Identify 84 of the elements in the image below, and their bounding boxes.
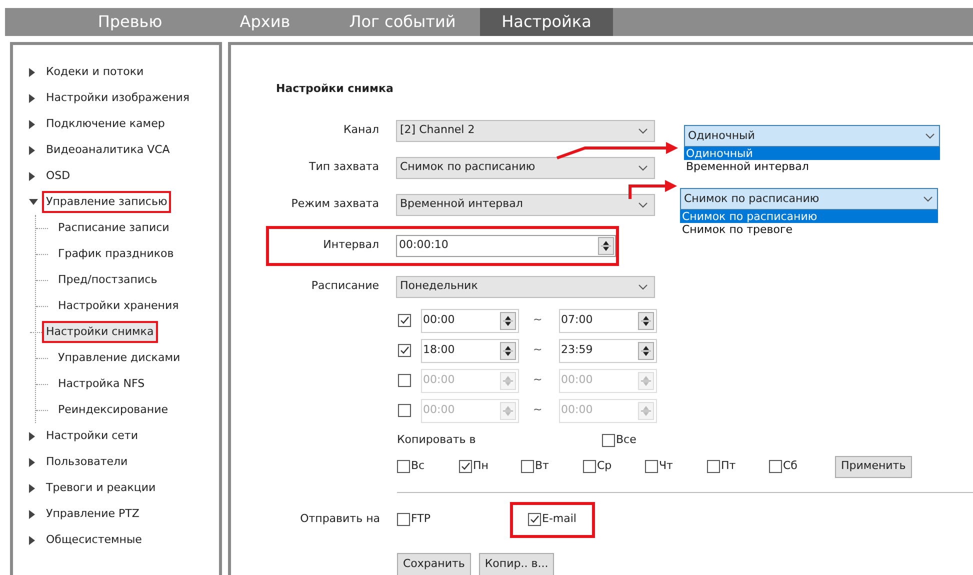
sidebar-item[interactable]: Настройки изображения <box>42 86 194 110</box>
time-field[interactable]: 23:59 <box>559 338 657 362</box>
field-label: Расписание <box>310 278 380 294</box>
dropdown-option[interactable]: Одиночный <box>684 147 940 160</box>
spin-buttons[interactable] <box>500 342 516 360</box>
tilde-separator: ~ <box>533 372 544 388</box>
spin-buttons[interactable] <box>638 342 654 360</box>
checkbox-label: FTP <box>411 511 430 528</box>
checkbox-label: Сб <box>783 458 798 474</box>
tilde-separator: ~ <box>533 342 544 358</box>
sidebar-item[interactable]: Видеоаналитика VCA <box>42 138 174 162</box>
field-label: Канал <box>342 122 380 138</box>
chevron-icon <box>638 284 648 290</box>
sidebar-item[interactable]: Кодеки и потоки <box>42 60 148 84</box>
sidebar-item[interactable]: Настройки сети <box>42 424 142 448</box>
dropdown[interactable]: Понедельник <box>396 276 655 298</box>
checkbox[interactable] <box>398 314 411 327</box>
checkbox-label: Вт <box>535 458 549 474</box>
checkbox-label: Вс <box>411 458 425 474</box>
sidebar-item[interactable]: График праздников <box>54 242 178 266</box>
chevron-icon <box>923 196 933 202</box>
spin-field[interactable]: 00:00:10 <box>396 234 616 256</box>
dropdown[interactable]: Снимок по расписанию <box>396 156 655 178</box>
checkbox-label: Пт <box>721 458 736 474</box>
sidebar-item[interactable]: Пользователи <box>42 450 132 474</box>
tilde-separator: ~ <box>533 312 544 328</box>
chevron-icon <box>638 164 648 170</box>
dropdown[interactable]: Снимок по расписанию <box>680 188 938 210</box>
tab[interactable]: Настройка <box>480 8 613 36</box>
apply-button[interactable]: Применить <box>835 456 912 478</box>
sidebar-item[interactable]: Подключение камер <box>42 112 169 136</box>
chevron-icon <box>638 202 648 208</box>
sidebar-item[interactable]: Настройка NFS <box>54 372 149 396</box>
checkbox[interactable] <box>769 460 782 473</box>
time-field[interactable]: 07:00 <box>559 308 657 332</box>
checkbox-label: Все <box>616 432 636 448</box>
checkbox[interactable] <box>521 460 534 473</box>
chevron-icon <box>925 133 935 139</box>
time-field[interactable]: 18:00 <box>421 338 519 362</box>
checkbox[interactable] <box>397 513 410 526</box>
field-label: Режим захвата <box>290 196 380 212</box>
checkbox[interactable] <box>707 460 720 473</box>
dropdown[interactable]: Одиночный <box>684 125 940 147</box>
collapse-arrow-icon[interactable] <box>29 197 41 207</box>
checkbox-label: E-mail <box>542 511 576 528</box>
dropdown[interactable]: [2] Channel 2 <box>396 120 655 142</box>
sidebar-item[interactable]: Управление записью <box>42 190 172 214</box>
sidebar-item[interactable]: Настройки хранения <box>54 294 183 318</box>
sidebar-item[interactable]: Управление дисками <box>54 346 184 370</box>
checkbox-label: Чт <box>659 458 673 474</box>
field-label: Тип захвата <box>308 159 380 176</box>
checkbox-label: Пн <box>473 458 488 474</box>
tilde-separator: ~ <box>533 402 544 418</box>
spin-buttons[interactable] <box>638 312 654 330</box>
checkbox-label: Ср <box>597 458 612 474</box>
field-label: Интервал <box>322 237 380 254</box>
sidebar-item[interactable]: Общесистемные <box>42 528 146 552</box>
sidebar-item[interactable]: OSD <box>42 164 74 188</box>
action-button[interactable]: Сохранить <box>397 552 471 575</box>
field-label: Отправить на <box>299 511 380 528</box>
chevron-icon <box>638 128 648 134</box>
checkbox[interactable] <box>459 460 472 473</box>
sidebar-item[interactable]: Управление PTZ <box>42 502 144 526</box>
dropdown-option[interactable]: Снимок по расписанию <box>680 210 938 223</box>
spin-buttons[interactable] <box>500 312 516 330</box>
dropdown[interactable]: Временной интервал <box>396 194 655 216</box>
action-button[interactable]: Копир.. в... <box>478 552 554 575</box>
spin-buttons[interactable] <box>598 236 614 254</box>
sidebar-item[interactable]: Расписание записи <box>54 216 174 240</box>
checkbox[interactable] <box>398 374 411 387</box>
sidebar-item[interactable]: Настройки снимка <box>42 320 158 344</box>
checkbox[interactable] <box>528 513 541 526</box>
sidebar-item[interactable]: Тревоги и реакции <box>42 476 160 500</box>
checkbox[interactable] <box>645 460 658 473</box>
checkbox[interactable] <box>398 404 411 417</box>
sidebar-item[interactable]: Реиндексирование <box>54 398 172 422</box>
sidebar-item[interactable]: Пред/постзапись <box>54 268 162 292</box>
copy-label: Копировать в <box>397 432 477 448</box>
time-field[interactable]: 00:00 <box>421 308 519 332</box>
checkbox[interactable] <box>398 344 411 357</box>
checkbox[interactable] <box>397 460 410 473</box>
checkbox[interactable] <box>583 460 596 473</box>
checkbox[interactable] <box>602 434 615 447</box>
section-title: Настройки снимка <box>276 81 394 97</box>
